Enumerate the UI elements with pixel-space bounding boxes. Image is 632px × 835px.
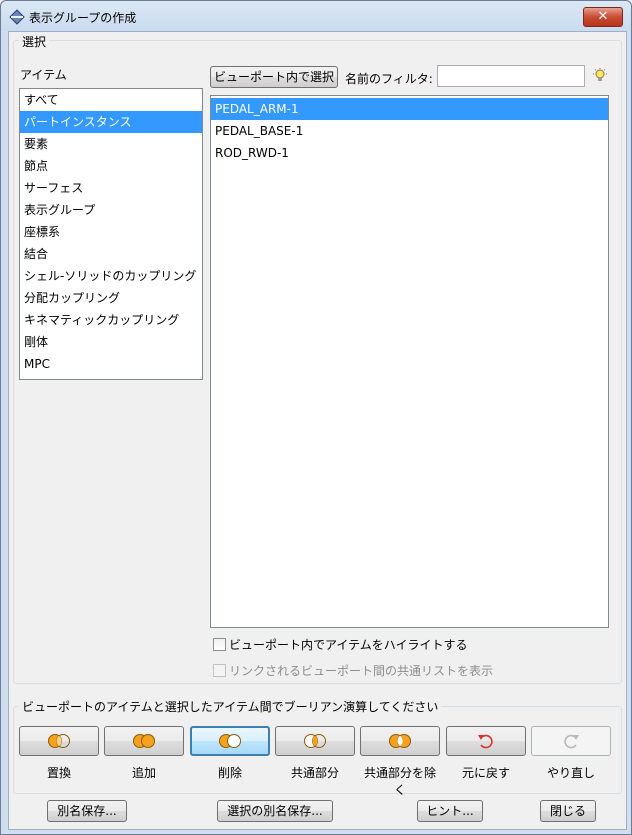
item-type-option[interactable]: サーフェス <box>20 177 202 199</box>
save-selection-as-button[interactable]: 選択の別名保存... <box>217 800 333 822</box>
item-type-option[interactable]: シェル-ソリッドのカップリング <box>20 265 202 287</box>
boolean-button-row: 置換 追加 削除 共通部分 共通部分を除く 元に戻す やり直し <box>19 726 615 797</box>
item-type-option[interactable]: 表示グループ <box>20 199 202 221</box>
instance-row[interactable]: ROD_RWD-1 <box>211 142 608 164</box>
union-label: 追加 <box>131 766 156 780</box>
redo-label: やり直し <box>546 766 595 780</box>
app-icon <box>9 9 25 25</box>
window-title: 表示グループの作成 <box>29 11 137 25</box>
linked-list-checkbox-label: リンクされるビューポート間の共通リストを表示 <box>229 664 494 678</box>
instance-list[interactable]: PEDAL_ARM-1 PEDAL_BASE-1 ROD_RWD-1 <box>210 95 609 628</box>
undo-button[interactable] <box>446 726 526 756</box>
item-type-option[interactable]: 分配カップリング <box>20 287 202 309</box>
replace-label: 置換 <box>46 766 71 780</box>
save-as-button[interactable]: 別名保存... <box>47 800 127 822</box>
remove-label: 削除 <box>217 766 242 780</box>
remove-button[interactable] <box>190 726 270 756</box>
items-label: アイテム <box>20 68 67 82</box>
lightbulb-icon[interactable] <box>592 68 608 84</box>
union-button[interactable] <box>104 726 184 756</box>
boolean-group-label: ビューポートのアイテムと選択したアイテム間でブーリアン演算してください <box>19 698 442 715</box>
highlight-checkbox-label: ビューポート内でアイテムをハイライトする <box>229 638 468 652</box>
item-type-list[interactable]: すべて パートインスタンス 要素 節点 サーフェス 表示グループ 座標系 結合 シェル-ソリッド… <box>19 88 203 380</box>
select-in-viewport-button[interactable]: ビューポート内で選択 <box>210 66 338 88</box>
close-button[interactable]: 閉じる <box>540 800 596 822</box>
dialog-body: 選択 アイテム すべて パートインスタンス 要素 節点 サーフェス 表示グループ 座標系 結合… <box>8 31 627 830</box>
intersect-label: 共通部分 <box>290 766 339 780</box>
linked-list-checkbox[interactable] <box>213 664 226 677</box>
replace-button[interactable] <box>19 726 99 756</box>
title-bar[interactable]: 表示グループの作成 ✕ <box>1 1 631 31</box>
redo-button[interactable] <box>531 726 611 756</box>
name-filter-label: 名前のフィルタ: <box>345 72 433 86</box>
item-type-option[interactable]: すべて <box>20 89 202 111</box>
close-window-button[interactable]: ✕ <box>583 7 623 27</box>
dialog-window: 表示グループの作成 ✕ 選択 アイテム すべて パートインスタンス 要素 節点 サーフェ… <box>0 0 632 835</box>
item-type-option[interactable]: パートインスタンス <box>20 111 202 133</box>
item-type-option[interactable]: 要素 <box>20 133 202 155</box>
exclusive-or-label: 共通部分を除く <box>363 766 436 797</box>
item-type-option[interactable]: キネマティックカップリング <box>20 309 202 331</box>
instance-row[interactable]: PEDAL_ARM-1 <box>211 98 608 120</box>
undo-label: 元に戻す <box>461 766 510 780</box>
name-filter-input[interactable] <box>437 65 585 87</box>
item-type-option[interactable]: 節点 <box>20 155 202 177</box>
item-type-option[interactable]: 剛体 <box>20 331 202 353</box>
item-type-option[interactable]: 座標系 <box>20 221 202 243</box>
exclusive-or-button[interactable] <box>360 726 440 756</box>
selection-group-label: 選択 <box>19 33 50 50</box>
item-type-option[interactable]: MPC <box>20 353 202 375</box>
intersect-button[interactable] <box>275 726 355 756</box>
item-type-option[interactable]: 結合 <box>20 243 202 265</box>
hint-button[interactable]: ヒント... <box>417 800 483 822</box>
highlight-checkbox[interactable] <box>213 638 226 651</box>
instance-row[interactable]: PEDAL_BASE-1 <box>211 120 608 142</box>
